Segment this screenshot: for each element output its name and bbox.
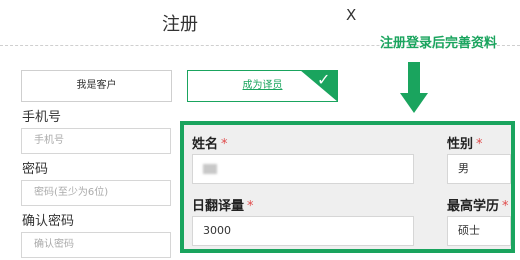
dialog-title: 注册: [162, 14, 198, 35]
education-label: 最高学历 *: [447, 199, 509, 214]
phone-label: 手机号: [22, 110, 62, 125]
annotation-arrow-icon: [408, 62, 420, 94]
password-input[interactable]: 密码(至少为6位): [21, 180, 171, 206]
role-customer-button[interactable]: 我是客户: [21, 70, 172, 102]
education-select[interactable]: 硕士: [447, 216, 511, 246]
close-button[interactable]: X: [346, 6, 356, 24]
gender-label: 性别 *: [447, 137, 483, 152]
check-icon: ✓: [317, 70, 331, 89]
gender-select[interactable]: 男: [447, 154, 511, 184]
annotation-tip: 注册登录后完善资料: [380, 36, 498, 51]
daily-volume-input[interactable]: 3000: [192, 216, 414, 246]
daily-volume-label: 日翻译量 *: [192, 199, 254, 214]
blurred-name-value: [203, 164, 217, 174]
annotation-arrow-head-icon: [400, 93, 428, 113]
phone-input[interactable]: 手机号: [21, 128, 171, 154]
name-input[interactable]: [192, 154, 414, 184]
confirm-password-label: 确认密码: [22, 214, 75, 229]
confirm-password-input[interactable]: 确认密码: [21, 232, 171, 258]
password-label: 密码: [22, 162, 49, 177]
name-label: 姓名 *: [192, 137, 228, 152]
